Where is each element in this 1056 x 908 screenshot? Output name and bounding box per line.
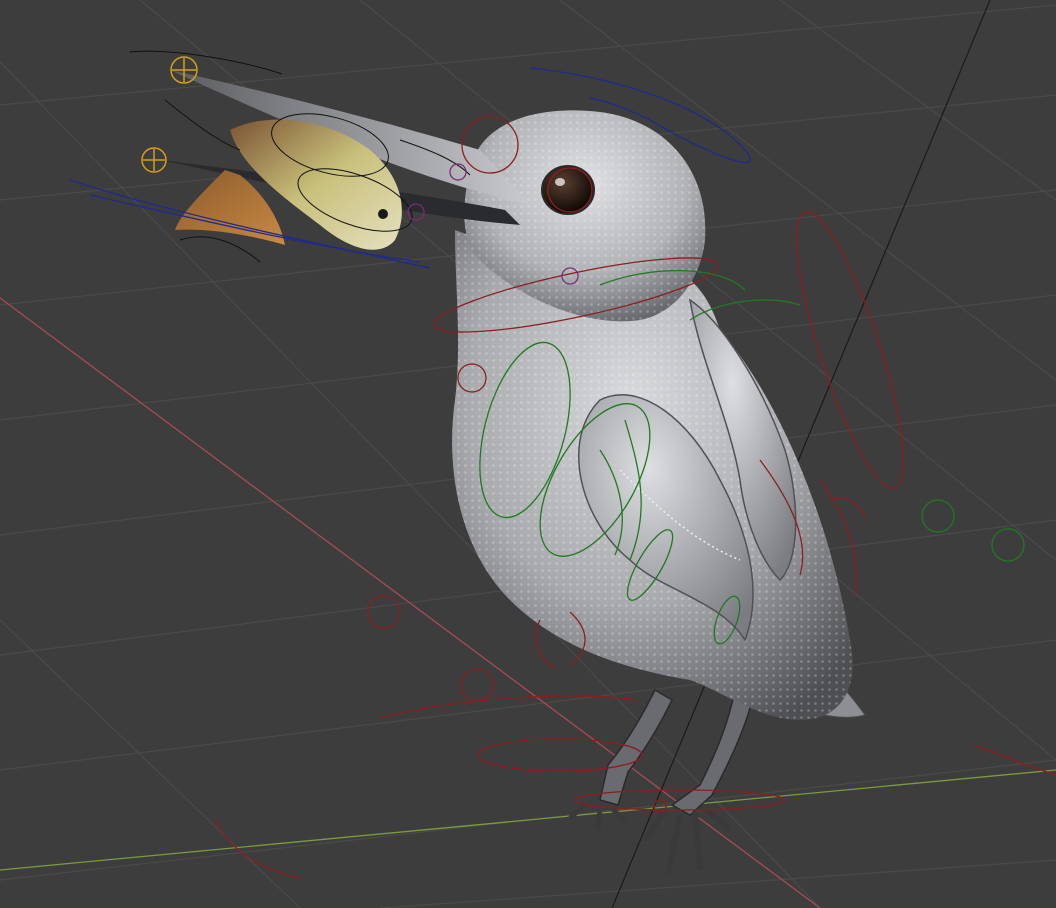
bird-eye[interactable] (541, 165, 595, 215)
y-axis-line (0, 769, 1056, 871)
3d-viewport[interactable] (0, 0, 1056, 908)
bird-legs[interactable] (568, 688, 753, 876)
kingfisher-model[interactable] (160, 70, 866, 876)
fish-eye (378, 209, 388, 219)
viewport-canvas[interactable] (0, 0, 1056, 908)
